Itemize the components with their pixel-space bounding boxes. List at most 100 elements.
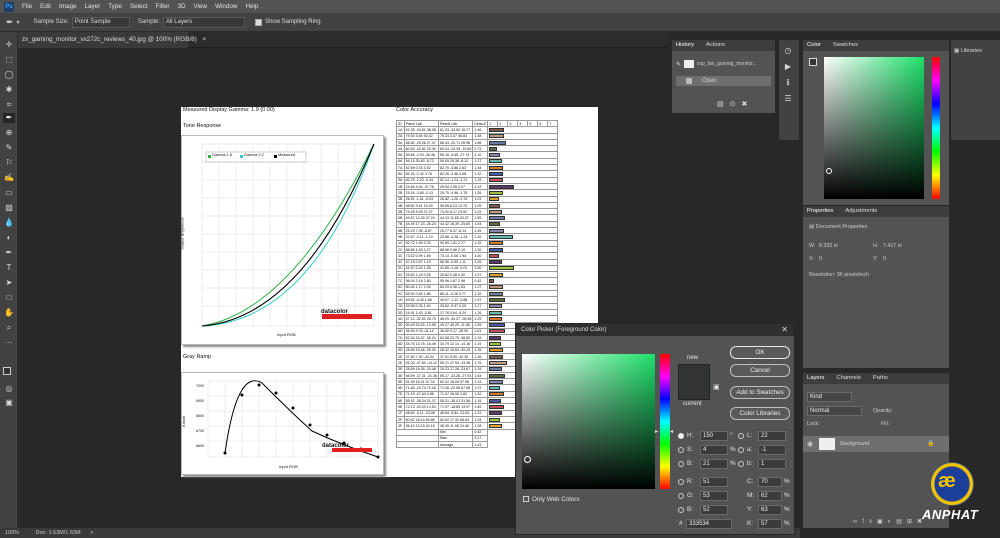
brush-tool-icon[interactable]: ✎ [3, 143, 15, 153]
hue-slider-right-arrow[interactable]: ◂ [670, 428, 673, 435]
menu-edit[interactable]: Edit [40, 3, 51, 10]
tab-adjustments[interactable]: Adjustments [845, 206, 877, 217]
y-value[interactable]: 0 [883, 256, 886, 262]
g-input[interactable]: 53 [700, 491, 728, 501]
eyedropper-tool-icon[interactable]: ✒ [3, 113, 15, 123]
out-of-gamut-cube-icon[interactable]: ▣ [713, 383, 720, 391]
l-input[interactable]: 22 [758, 431, 786, 441]
s-input[interactable]: 4 [700, 445, 728, 455]
quick-select-tool-icon[interactable]: ✱ [3, 85, 15, 95]
pen-tool-icon[interactable]: ✒ [3, 248, 15, 258]
show-sampling-ring-checkbox[interactable] [254, 18, 262, 26]
more-tools-icon[interactable]: … [3, 336, 15, 346]
c-input[interactable]: 70 [758, 477, 782, 487]
zoom-tool-icon[interactable]: ⌕ [3, 323, 15, 333]
menu-window[interactable]: Window [215, 3, 237, 10]
tab-layers[interactable]: Layers [807, 373, 824, 384]
color-picker-field[interactable] [522, 354, 655, 489]
layer-row-background[interactable]: ◉ Background 🔒 [803, 436, 949, 452]
a-input[interactable]: -1 [758, 445, 786, 455]
close-tab-icon[interactable]: × [203, 36, 207, 43]
tab-swatches[interactable]: Swatches [833, 40, 858, 51]
picker-hue-slider[interactable] [660, 354, 670, 489]
color-field[interactable] [824, 57, 924, 199]
new-snapshot-icon[interactable]: ⊙ [730, 101, 742, 108]
tab-color[interactable]: Color [807, 40, 821, 51]
only-web-colors-checkbox[interactable] [523, 496, 529, 502]
path-selection-tool-icon[interactable]: ➤ [3, 278, 15, 288]
info-panel-icon[interactable]: ℹ [782, 78, 794, 88]
color-field-cursor[interactable] [826, 168, 832, 174]
m-input[interactable]: 62 [758, 491, 782, 501]
s-radio[interactable] [678, 447, 684, 453]
fg-color-chip[interactable] [809, 58, 817, 66]
tab-paths[interactable]: Paths [873, 373, 888, 384]
move-tool-icon[interactable]: ✛ [3, 40, 15, 50]
add-to-swatches-button[interactable]: Add to Swatches [730, 386, 790, 399]
layer-filter-kind[interactable]: Kind [807, 392, 852, 402]
h-value[interactable]: 7.417 in [883, 243, 902, 249]
adjustment-layer-icon[interactable]: ◐ [888, 519, 897, 525]
menu-type[interactable]: Type [108, 3, 122, 10]
marquee-tool-icon[interactable]: ⬚ [3, 55, 15, 65]
add-mask-icon[interactable]: ▣ [877, 519, 888, 525]
menu-view[interactable]: View [194, 3, 208, 10]
k-input[interactable]: 57 [758, 519, 782, 529]
new-layer-icon[interactable]: ⊞ [907, 519, 917, 525]
w-value[interactable]: 8.333 in [819, 243, 838, 249]
menu-filter[interactable]: Filter [155, 3, 169, 10]
quick-mask-icon[interactable]: ◎ [3, 384, 15, 394]
hex-input[interactable]: 333534 [686, 519, 732, 529]
lasso-tool-icon[interactable]: ◯ [3, 70, 15, 80]
cancel-button[interactable]: Cancel [730, 364, 790, 377]
healing-brush-tool-icon[interactable]: ⊕ [3, 128, 15, 138]
x-value[interactable]: 0 [819, 256, 822, 262]
foreground-color-swatch[interactable] [3, 367, 11, 375]
lab-b-input[interactable]: 1 [758, 459, 786, 469]
blue-input[interactable]: 52 [700, 505, 728, 515]
blue-radio[interactable] [678, 507, 684, 513]
type-tool-icon[interactable]: T [3, 263, 15, 273]
dialog-close-icon[interactable]: ✕ [781, 324, 788, 336]
blur-tool-icon[interactable]: 💧 [3, 218, 15, 228]
menu-select[interactable]: Select [130, 3, 148, 10]
tab-channels[interactable]: Channels [836, 373, 861, 384]
menu-layer[interactable]: Layer [85, 3, 101, 10]
tab-actions[interactable]: Actions [706, 40, 725, 51]
menu-file[interactable]: File [22, 3, 32, 10]
l-radio[interactable] [738, 433, 744, 439]
h-radio[interactable] [678, 433, 684, 439]
history-item-open[interactable]: Open [676, 76, 771, 86]
hue-slider-left-arrow[interactable]: ▸ [655, 428, 658, 435]
tab-history[interactable]: History [676, 40, 694, 51]
tab-properties[interactable]: Properties [807, 206, 833, 217]
rectangle-tool-icon[interactable]: □ [3, 293, 15, 303]
menu-help[interactable]: Help [245, 3, 258, 10]
b-radio[interactable] [678, 461, 684, 467]
picker-cursor[interactable] [524, 456, 531, 463]
r-radio[interactable] [678, 479, 684, 485]
y-input[interactable]: 63 [758, 505, 782, 515]
menu-image[interactable]: Image [59, 3, 77, 10]
sample-size-select[interactable]: Point Sample [71, 16, 130, 28]
dodge-tool-icon[interactable]: ◐ [3, 233, 15, 243]
r-input[interactable]: 51 [700, 477, 728, 487]
document-tab[interactable]: zx_gaming_monitor_vx272c_reviews_40.jpg … [18, 32, 206, 48]
clone-stamp-tool-icon[interactable]: ⚐ [3, 158, 15, 168]
crop-tool-icon[interactable]: ⌗ [3, 100, 15, 110]
visibility-eye-icon[interactable]: ◉ [807, 440, 813, 448]
history-panel-icon[interactable]: ◷ [782, 46, 794, 56]
sample-select[interactable]: All Layers [162, 16, 245, 28]
eraser-tool-icon[interactable]: ▭ [3, 188, 15, 198]
lab-b-radio[interactable] [738, 461, 744, 467]
eyedropper-icon[interactable]: ✒ [6, 17, 14, 28]
g-radio[interactable] [678, 493, 684, 499]
libraries-tab[interactable]: ▦ Libraries [954, 48, 982, 54]
a-radio[interactable] [738, 447, 744, 453]
fx-icon[interactable]: fx [862, 519, 877, 525]
h-input[interactable]: 150 [700, 431, 728, 441]
blend-mode-select[interactable]: Normal [807, 406, 862, 416]
adjust-panel-icon[interactable]: ☰ [782, 94, 794, 104]
zoom-level[interactable]: 100% [5, 530, 19, 536]
new-document-from-state-icon[interactable]: ▤ [717, 101, 730, 108]
